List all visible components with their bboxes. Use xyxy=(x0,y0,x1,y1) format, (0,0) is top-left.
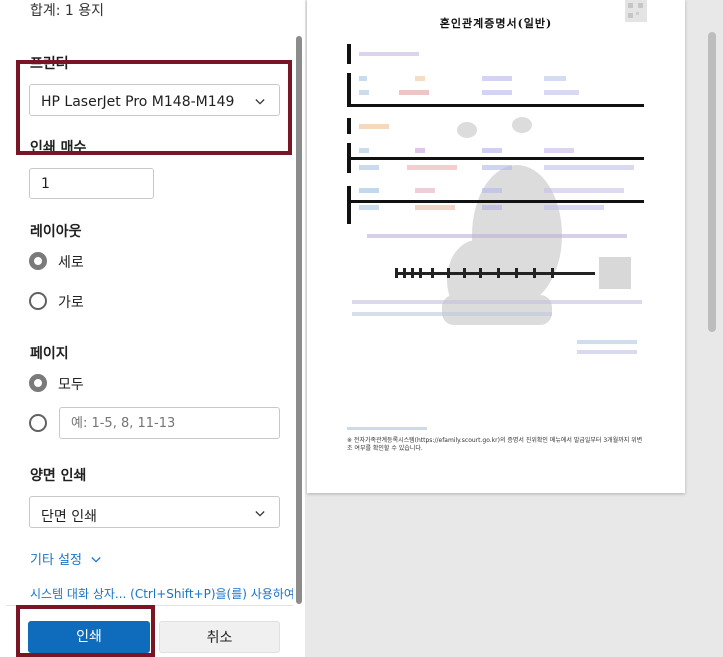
summary-bar: 합계: 1 용지 xyxy=(0,0,305,34)
duplex-select[interactable]: 단면 인쇄 xyxy=(29,496,280,528)
pages-range-input[interactable] xyxy=(59,407,280,439)
layout-landscape-label: 가로 xyxy=(58,295,84,311)
document-footnote: ※ 전자가족관계등록시스템(https://efamily.scourt.go.… xyxy=(347,437,643,452)
chevron-down-icon xyxy=(255,511,265,517)
document-body-graphic xyxy=(347,0,647,430)
printer-highlight-box xyxy=(16,60,292,155)
sheet-count-summary: 합계: 1 용지 xyxy=(30,3,105,19)
cancel-button[interactable]: 취소 xyxy=(159,621,280,653)
duplex-selected-value: 단면 인쇄 xyxy=(41,509,97,525)
duplex-label: 양면 인쇄 xyxy=(30,468,87,484)
layout-portrait-radio[interactable] xyxy=(29,252,47,270)
pages-label: 페이지 xyxy=(30,346,69,362)
copies-input[interactable]: 1 xyxy=(29,168,154,199)
pages-custom-radio[interactable] xyxy=(29,414,47,432)
pages-all-radio[interactable] xyxy=(29,374,47,392)
system-dialog-link[interactable]: 시스템 대화 상자... (Ctrl+Shift+P)을(를) 사용하여 xyxy=(30,585,300,602)
more-settings-label: 기타 설정 xyxy=(30,553,82,568)
layout-landscape-radio[interactable] xyxy=(29,292,47,310)
layout-label: 레이아웃 xyxy=(30,224,82,240)
print-settings-panel: 합계: 1 용지 프린터 HP LaserJet Pro M148-M149 인… xyxy=(0,0,305,657)
preview-scrollbar[interactable] xyxy=(708,32,716,332)
chevron-down-icon xyxy=(91,557,101,563)
more-settings-link[interactable]: 기타 설정 xyxy=(30,549,101,568)
copies-value: 1 xyxy=(41,176,50,192)
preview-page: 혼인관계증명서(일반) ※ 전자가족관계등록시스템(https://efamil… xyxy=(307,0,685,493)
print-button-highlight-box xyxy=(16,605,155,657)
layout-portrait-label: 세로 xyxy=(58,255,84,271)
settings-scrollbar-thumb[interactable] xyxy=(296,36,302,604)
pages-all-label: 모두 xyxy=(58,377,84,393)
